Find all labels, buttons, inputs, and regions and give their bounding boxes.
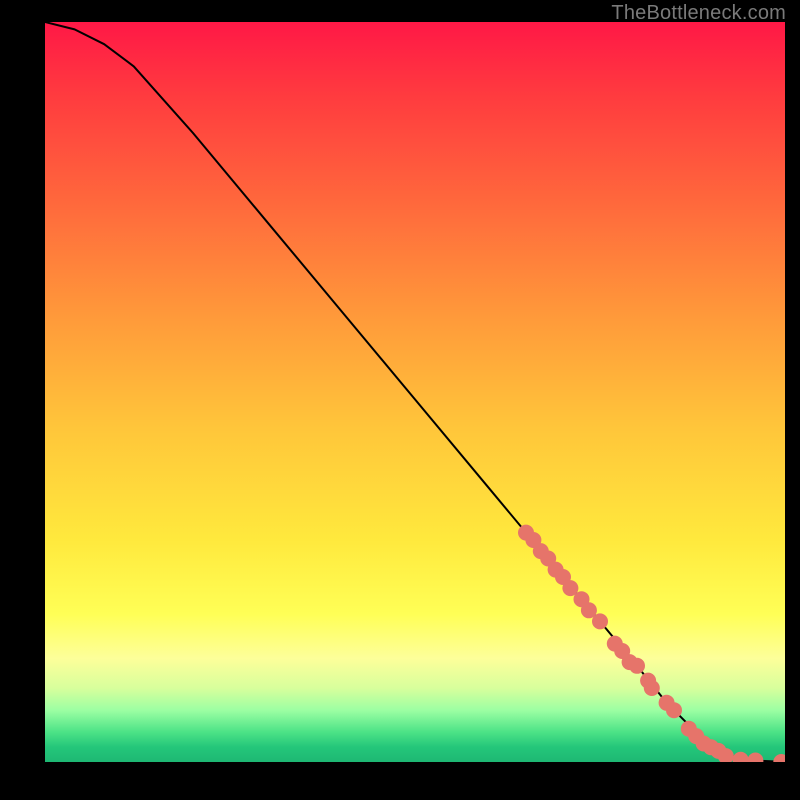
data-marker — [747, 753, 763, 762]
data-marker — [592, 613, 608, 629]
curve-line — [45, 22, 785, 762]
data-marker — [773, 754, 785, 762]
data-marker — [644, 680, 660, 696]
data-marker — [666, 702, 682, 718]
curve-markers — [518, 525, 785, 762]
chart-frame: TheBottleneck.com — [0, 0, 800, 800]
data-marker — [733, 752, 749, 762]
chart-svg — [45, 22, 785, 762]
plot-area — [45, 22, 785, 762]
data-marker — [629, 658, 645, 674]
